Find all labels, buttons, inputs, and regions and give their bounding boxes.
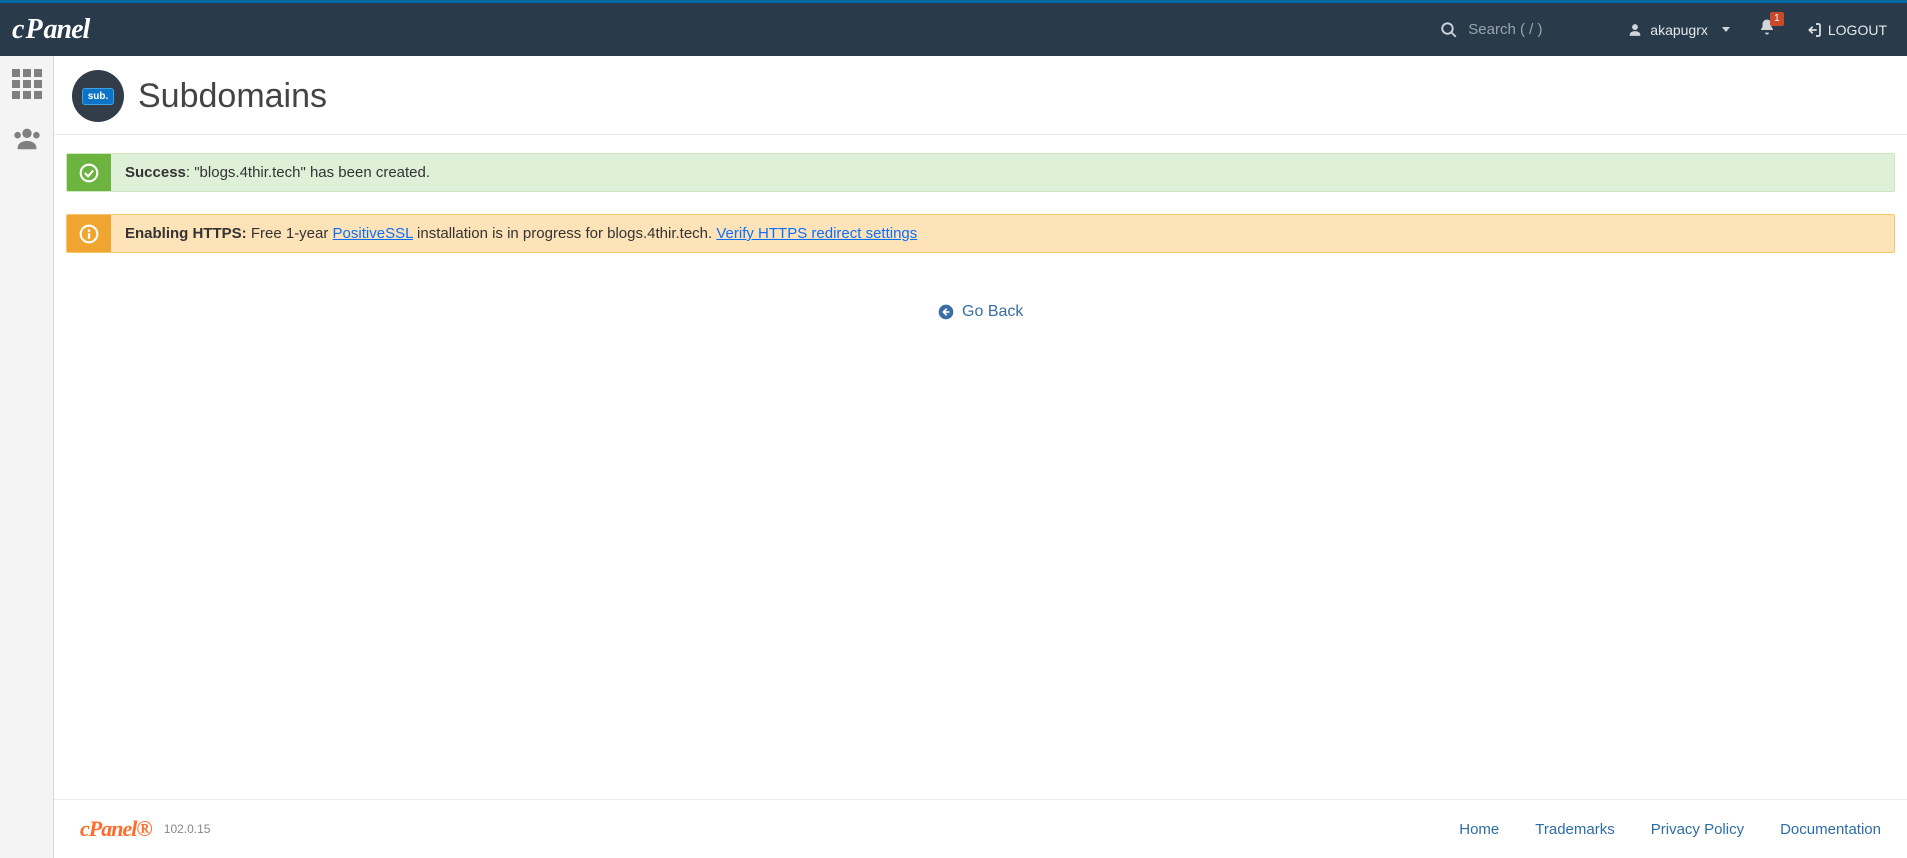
page-title: Subdomains — [138, 77, 327, 116]
notifications-button[interactable]: 1 — [1758, 18, 1776, 41]
main-content: sub. Subdomains Success: "blogs.4thir.te… — [54, 56, 1907, 858]
grid-icon — [12, 69, 42, 99]
sidebar-item-apps[interactable] — [7, 64, 47, 104]
search-input[interactable] — [1468, 21, 1588, 38]
user-name: akapugrx — [1650, 22, 1708, 38]
subdomains-icon: sub. — [72, 70, 124, 122]
footer: cPanel® 102.0.15 Home Trademarks Privacy… — [54, 799, 1907, 858]
sidebar — [0, 56, 54, 858]
search-icon — [1440, 21, 1458, 39]
footer-link-docs[interactable]: Documentation — [1780, 821, 1881, 838]
go-back-label: Go Back — [962, 303, 1023, 320]
alert-info: Enabling HTTPS: Free 1-year PositiveSSL … — [66, 214, 1895, 253]
check-circle-icon — [79, 163, 99, 183]
logout-button[interactable]: LOGOUT — [1806, 22, 1887, 38]
go-back-section: Go Back — [54, 303, 1907, 321]
cpanel-logo[interactable]: cPanel — [12, 14, 89, 46]
info-circle-icon — [79, 224, 99, 244]
verify-https-link[interactable]: Verify HTTPS redirect settings — [716, 225, 917, 242]
notification-badge: 1 — [1770, 12, 1784, 26]
page-header: sub. Subdomains — [54, 70, 1907, 135]
user-icon — [1628, 23, 1642, 37]
sidebar-item-users[interactable] — [7, 118, 47, 158]
alert-success-body: Success: "blogs.4thir.tech" has been cre… — [111, 154, 1894, 191]
arrow-left-circle-icon — [938, 304, 954, 320]
chevron-down-icon — [1722, 27, 1730, 32]
go-back-link[interactable]: Go Back — [938, 303, 1024, 320]
footer-logo[interactable]: cPanel® — [80, 816, 152, 842]
footer-link-privacy[interactable]: Privacy Policy — [1651, 821, 1744, 838]
footer-link-trademarks[interactable]: Trademarks — [1535, 821, 1614, 838]
logout-label: LOGOUT — [1828, 22, 1887, 38]
search[interactable] — [1440, 21, 1588, 39]
footer-link-home[interactable]: Home — [1459, 821, 1499, 838]
alert-info-body: Enabling HTTPS: Free 1-year PositiveSSL … — [111, 215, 1894, 252]
user-menu[interactable]: akapugrx — [1628, 22, 1730, 38]
top-navbar: cPanel akapugrx 1 LOGOUT — [0, 0, 1907, 56]
footer-version: 102.0.15 — [164, 822, 211, 836]
users-icon — [12, 126, 42, 150]
alert-success: Success: "blogs.4thir.tech" has been cre… — [66, 153, 1895, 192]
logout-icon — [1806, 22, 1822, 38]
positivessl-link[interactable]: PositiveSSL — [333, 225, 413, 242]
